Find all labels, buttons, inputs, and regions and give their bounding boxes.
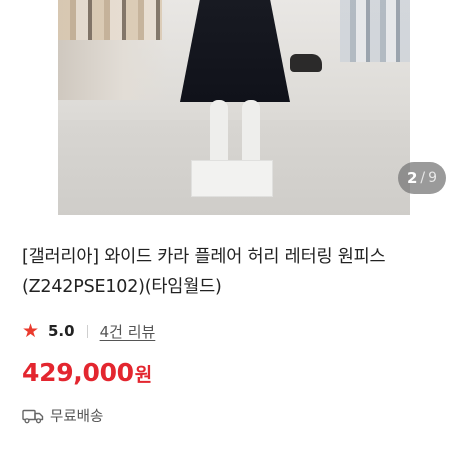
image-clothes-rack-left xyxy=(58,0,162,40)
image-counter-separator: / xyxy=(420,170,426,186)
product-title: [갤러리아] 와이드 카라 플레어 허리 레터링 원피스 (Z242PSE102… xyxy=(22,247,386,297)
shipping-info: 무료배송 xyxy=(22,405,103,426)
shipping-label: 무료배송 xyxy=(50,409,104,425)
price-currency: 원 xyxy=(134,364,153,386)
image-counter-current: 2 xyxy=(406,169,418,187)
price-amount: 429,000 xyxy=(22,358,134,387)
truck-icon xyxy=(22,409,44,423)
product-image[interactable] xyxy=(58,0,410,215)
image-clothes-rack-right xyxy=(340,0,410,62)
image-counter-total: 9 xyxy=(428,170,438,186)
rating-divider xyxy=(86,324,88,338)
image-dress xyxy=(180,0,290,102)
rating-row: ★ 5.0 4건 리뷰 xyxy=(22,320,155,342)
image-boots xyxy=(290,54,322,72)
review-count-link[interactable]: 4건 리뷰 xyxy=(100,321,156,342)
star-icon: ★ xyxy=(22,320,40,342)
rating-score: 5.0 xyxy=(48,322,75,340)
image-counter-badge: 2 / 9 xyxy=(398,162,446,194)
image-mannequin-base xyxy=(191,160,273,197)
price: 429,000 원 xyxy=(22,358,152,387)
